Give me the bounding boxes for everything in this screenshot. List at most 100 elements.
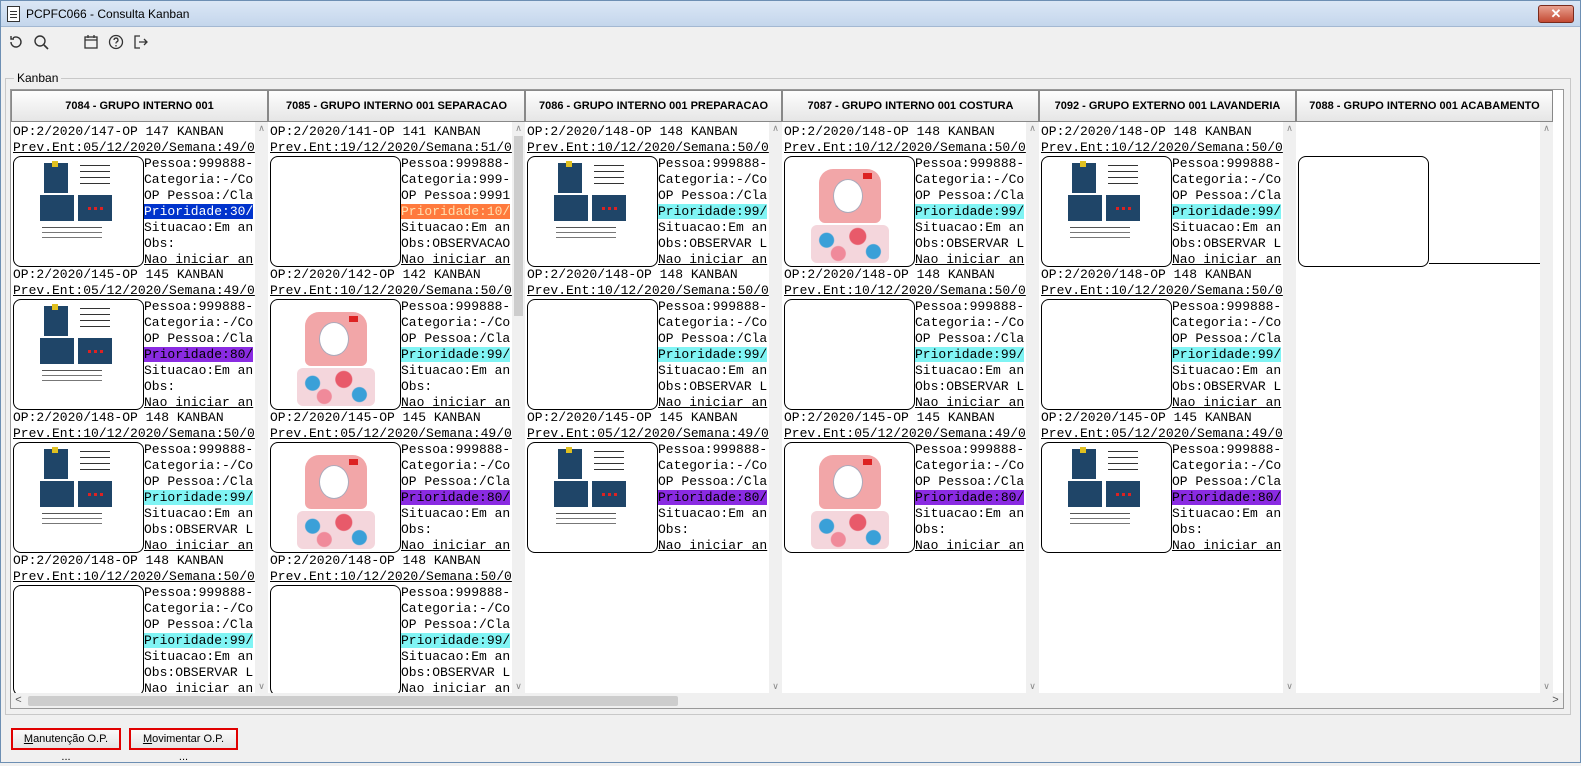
kanban-card[interactable]: OP:2/2020/141-OP 141 KANBAN Prev.Ent:19/1… (270, 124, 512, 267)
title-bar: PCPFC066 - Consulta Kanban ✕ (1, 1, 1580, 27)
product-sheet-image (1068, 447, 1144, 547)
kanban-card[interactable]: OP:2/2020/148-OP 148 KANBAN Prev.Ent:10/1… (527, 124, 769, 267)
column-vertical-scrollbar[interactable]: ∧ ∨ (769, 122, 782, 693)
card-thumbnail (1041, 442, 1172, 553)
kanban-group-label: Kanban (14, 71, 62, 85)
kanban-card[interactable]: OP:2/2020/145-OP 145 KANBAN Prev.Ent:05/1… (270, 410, 512, 553)
kanban-card[interactable]: OP:2/2020/148-OP 148 KANBAN Prev.Ent:10/1… (13, 553, 255, 693)
kanban-card[interactable]: OP:2/2020/145-OP 145 KANBAN Prev.Ent:05/1… (13, 267, 255, 410)
card-op: OP:2/2020/145-OP 145 KANBAN (13, 267, 224, 282)
scroll-up-arrow-icon[interactable]: ∧ (769, 122, 782, 135)
kanban-column: 7085 - GRUPO INTERNO 001 SEPARACAO OP:2/2… (268, 90, 525, 693)
kanban-card[interactable]: OP:2/2020/148-OP 148 KANBAN Prev.Ent:10/1… (270, 553, 512, 693)
column-header[interactable]: 7086 - GRUPO INTERNO 001 PREPARACAO (525, 90, 782, 122)
scroll-down-arrow-icon[interactable]: ∨ (1283, 680, 1296, 693)
card-obs: Obs: (401, 379, 433, 394)
card-situacao: Situacao:Em an (144, 220, 254, 235)
column-body: ∧ ∨ (1296, 122, 1553, 693)
horizontal-scrollbar[interactable]: < > (11, 693, 1563, 708)
card-nao-iniciar: Nao iniciar an (401, 252, 511, 267)
scroll-right-arrow-icon[interactable]: > (1548, 693, 1563, 708)
refresh-icon[interactable] (7, 34, 25, 52)
empty-card-thumbnail (1298, 156, 1429, 267)
kanban-board: 7084 - GRUPO INTERNO 001 OP:2/2020/147-OP… (10, 89, 1564, 709)
product-sheet-image (1068, 161, 1144, 261)
scroll-up-arrow-icon[interactable]: ∧ (1283, 122, 1296, 135)
card-prev-ent: Prev.Ent:05/12/2020/Semana:49/0 (784, 426, 1026, 441)
close-button[interactable]: ✕ (1538, 5, 1574, 23)
kanban-card[interactable]: OP:2/2020/148-OP 148 KANBAN Prev.Ent:10/1… (1041, 124, 1283, 267)
kanban-card[interactable]: OP:2/2020/148-OP 148 KANBAN Prev.Ent:10/1… (784, 124, 1026, 267)
card-situacao: Situacao:Em an (658, 363, 768, 378)
column-vertical-scrollbar[interactable]: ∧ ∨ (255, 122, 268, 693)
manutencao-op-button[interactable]: Manutenção O.P. ... (11, 728, 121, 763)
column-header[interactable]: 7087 - GRUPO INTERNO 001 COSTURA (782, 90, 1039, 122)
card-prev-ent: Prev.Ent:10/12/2020/Semana:50/0 (270, 283, 512, 298)
card-categoria: Categoria:-/Co (401, 601, 511, 616)
scroll-down-arrow-icon[interactable]: ∨ (1540, 680, 1553, 693)
scroll-up-arrow-icon[interactable]: ∧ (1540, 122, 1553, 135)
kanban-card[interactable]: OP:2/2020/148-OP 148 KANBAN Prev.Ent:10/1… (527, 267, 769, 410)
card-op: OP:2/2020/145-OP 145 KANBAN (527, 410, 738, 425)
card-pessoa: Pessoa:999888- (144, 585, 254, 600)
card-prev-ent: Prev.Ent:10/12/2020/Semana:50/0 (1041, 140, 1283, 155)
card-nao-iniciar: Nao iniciar an (401, 538, 511, 553)
column-header[interactable]: 7085 - GRUPO INTERNO 001 SEPARACAO (268, 90, 525, 122)
column-vertical-scrollbar[interactable]: ∧ ∨ (1026, 122, 1039, 693)
scroll-left-arrow-icon[interactable]: < (11, 693, 26, 708)
card-categoria: Categoria:-/Co (915, 315, 1025, 330)
card-prioridade: Prioridade:99/ (915, 204, 1025, 219)
card-op-pessoa: OP Pessoa:/Cla (915, 474, 1025, 489)
kanban-card[interactable]: OP:2/2020/145-OP 145 KANBAN Prev.Ent:05/1… (784, 410, 1026, 553)
card-situacao: Situacao:Em an (1172, 506, 1282, 521)
card-categoria: Categoria:-/Co (144, 172, 254, 187)
card-pessoa: Pessoa:999888- (658, 156, 768, 171)
scroll-up-arrow-icon[interactable]: ∧ (255, 122, 268, 135)
calendar-icon[interactable] (82, 34, 100, 52)
card-obs: Obs:OBSERVAR L (1172, 379, 1282, 394)
kanban-card[interactable]: OP:2/2020/148-OP 148 KANBAN Prev.Ent:10/1… (13, 410, 255, 553)
card-op: OP:2/2020/141-OP 141 KANBAN (270, 124, 481, 139)
column-vertical-scrollbar[interactable]: ∧ ∨ (512, 122, 525, 693)
kanban-card[interactable]: OP:2/2020/145-OP 145 KANBAN Prev.Ent:05/1… (527, 410, 769, 553)
column-vertical-scrollbar[interactable]: ∧ ∨ (1540, 122, 1553, 693)
card-op: OP:2/2020/148-OP 148 KANBAN (1041, 124, 1252, 139)
scroll-down-arrow-icon[interactable]: ∨ (512, 680, 525, 693)
scroll-down-arrow-icon[interactable]: ∨ (255, 680, 268, 693)
exit-icon[interactable] (132, 34, 150, 52)
card-nao-iniciar: Nao iniciar an (915, 538, 1025, 553)
vertical-scroll-thumb[interactable] (514, 136, 523, 316)
garment-image (807, 161, 895, 265)
card-situacao: Situacao:Em an (658, 220, 768, 235)
search-icon[interactable] (32, 34, 50, 52)
scroll-up-arrow-icon[interactable]: ∧ (1026, 122, 1039, 135)
kanban-card[interactable]: OP:2/2020/145-OP 145 KANBAN Prev.Ent:05/1… (1041, 410, 1283, 553)
column-header[interactable]: 7084 - GRUPO INTERNO 001 (11, 90, 268, 122)
card-prioridade: Prioridade:80/ (915, 490, 1025, 505)
card-situacao: Situacao:Em an (401, 506, 511, 521)
kanban-card[interactable]: OP:2/2020/148-OP 148 KANBAN Prev.Ent:10/1… (784, 267, 1026, 410)
card-prev-ent: Prev.Ent:10/12/2020/Semana:50/0 (784, 140, 1026, 155)
card-nao-iniciar: Nao iniciar an (1172, 395, 1282, 410)
manutencao-mnemonic: M (23, 733, 34, 745)
column-vertical-scrollbar[interactable]: ∧ ∨ (1283, 122, 1296, 693)
kanban-card[interactable]: OP:2/2020/148-OP 148 KANBAN Prev.Ent:10/1… (1041, 267, 1283, 410)
horizontal-scroll-thumb[interactable] (28, 696, 678, 706)
kanban-card[interactable]: OP:2/2020/147-OP 147 KANBAN Prev.Ent:05/1… (13, 124, 255, 267)
scroll-down-arrow-icon[interactable]: ∨ (769, 680, 782, 693)
movimentar-op-button[interactable]: Movimentar O.P. ... (129, 728, 238, 763)
card-prioridade: Prioridade:99/ (1172, 347, 1282, 362)
card-nao-iniciar: Nao iniciar an (915, 395, 1025, 410)
help-icon[interactable] (107, 34, 125, 52)
column-header[interactable]: 7088 - GRUPO INTERNO 001 ACABAMENTO (1296, 90, 1553, 122)
scroll-up-arrow-icon[interactable]: ∧ (512, 122, 525, 135)
scroll-down-arrow-icon[interactable]: ∨ (1026, 680, 1039, 693)
kanban-card[interactable]: OP:2/2020/142-OP 142 KANBAN Prev.Ent:10/1… (270, 267, 512, 410)
card-obs: Obs:OBSERVAR L (144, 665, 254, 680)
card-prev-ent: Prev.Ent:19/12/2020/Semana:51/0 (270, 140, 512, 155)
card-prev-ent: Prev.Ent:10/12/2020/Semana:50/0 (13, 569, 255, 584)
card-prev-ent: Prev.Ent:10/12/2020/Semana:50/0 (784, 283, 1026, 298)
product-sheet-image (40, 447, 116, 547)
card-nao-iniciar: Nao iniciar an (144, 681, 254, 693)
column-header[interactable]: 7092 - GRUPO EXTERNO 001 LAVANDERIA (1039, 90, 1296, 122)
